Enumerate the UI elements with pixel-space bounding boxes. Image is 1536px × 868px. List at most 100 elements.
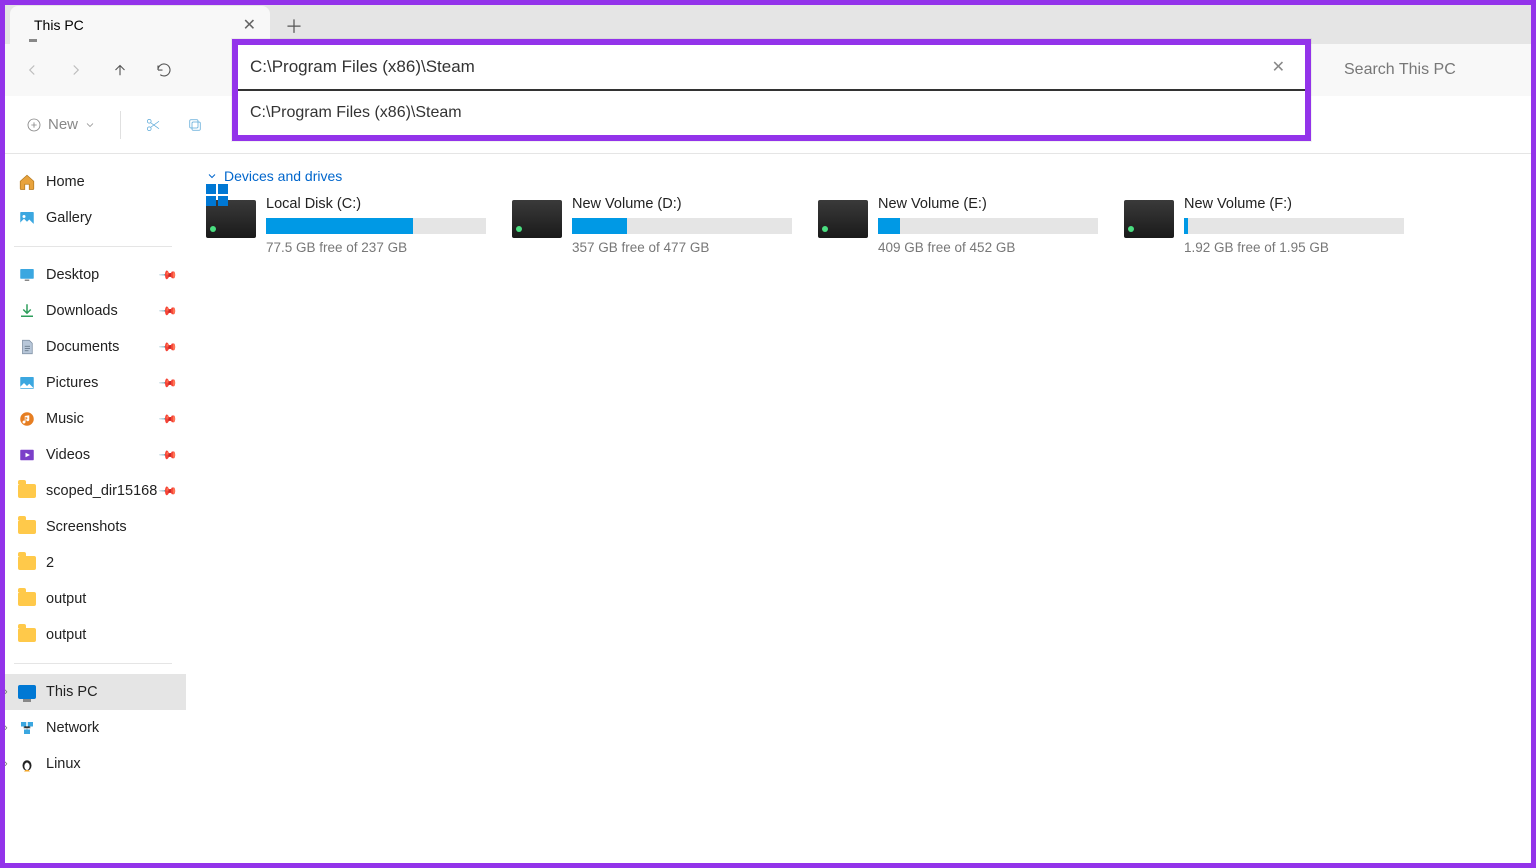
sidebar-item-gallery[interactable]: Gallery [0, 200, 186, 236]
drive-name: Local Disk (C:) [266, 196, 486, 212]
refresh-icon [155, 61, 173, 79]
folder-icon [18, 590, 36, 608]
close-icon[interactable]: ✕ [243, 15, 256, 35]
sidebar-label: Linux [46, 756, 81, 772]
drive-new-volume-e-[interactable]: New Volume (E:) 409 GB free of 452 GB [818, 196, 1098, 255]
sidebar-item-2[interactable]: 2 [0, 545, 186, 581]
sidebar-item-this-pc[interactable]: › This PC [0, 674, 186, 710]
scissors-icon [144, 116, 162, 134]
sidebar-label: Music [46, 411, 84, 427]
search-input[interactable]: Search This PC [1332, 50, 1522, 90]
drive-name: New Volume (D:) [572, 196, 792, 212]
network-icon [18, 719, 36, 737]
sidebar-item-music[interactable]: Music📌 [0, 401, 186, 437]
section-devices-drives[interactable]: Devices and drives [206, 168, 1516, 184]
sidebar-item-desktop[interactable]: Desktop 📌 [0, 257, 186, 293]
drive-icon [206, 200, 256, 238]
drive-usage-bar [266, 218, 486, 234]
cut-button[interactable] [135, 107, 171, 143]
sidebar-label: Documents [46, 339, 119, 355]
new-button[interactable]: New [16, 110, 106, 139]
music-icon [18, 410, 36, 428]
drives-row: Local Disk (C:) 77.5 GB free of 237 GB New… [206, 196, 1516, 255]
tab-bar: This PC ✕ ＋ [0, 0, 1536, 44]
sidebar-label: output [46, 627, 86, 643]
sidebar-label: Screenshots [46, 519, 127, 535]
content-area: Devices and drives Local Disk (C:) 77.5 G… [186, 154, 1536, 868]
windows-logo-icon [206, 184, 228, 206]
toolbar-divider [120, 111, 121, 139]
tab-title: This PC [34, 17, 84, 33]
plus-circle-icon [26, 117, 42, 133]
drive-icon [818, 200, 868, 238]
sidebar: HomeGalleryDesktop📌Downloads📌Documents📌P… [0, 154, 186, 868]
sidebar-label: Videos [46, 447, 90, 463]
drive-icon [1124, 200, 1174, 238]
address-input[interactable] [250, 57, 1264, 77]
forward-button[interactable] [56, 50, 96, 90]
clear-address-button[interactable]: ✕ [1264, 53, 1293, 81]
folder-icon [18, 554, 36, 572]
gallery-icon [18, 209, 36, 227]
arrow-left-icon [23, 61, 41, 79]
documents-icon [18, 338, 36, 356]
chevron-right-icon: › [4, 722, 8, 734]
address-bar-area: ✕ C:\Program Files (x86)\Steam [232, 39, 1311, 141]
sidebar-label: Desktop [46, 267, 99, 283]
sidebar-label: Home [46, 174, 85, 190]
drive-free-text: 409 GB free of 452 GB [878, 240, 1098, 255]
sidebar-label: output [46, 591, 86, 607]
sidebar-item-screenshots[interactable]: Screenshots [0, 509, 186, 545]
drive-new-volume-f-[interactable]: New Volume (F:)1.92 GB free of 1.95 GB [1124, 196, 1404, 255]
pin-icon: 📌 [158, 445, 178, 465]
sidebar-item-linux[interactable]: › Linux [0, 746, 186, 782]
drive-local-disk-c-[interactable]: Local Disk (C:) 77.5 GB free of 237 GB [206, 196, 486, 255]
sidebar-item-output[interactable]: output [0, 581, 186, 617]
chevron-right-icon: › [4, 686, 8, 698]
refresh-button[interactable] [144, 50, 184, 90]
pin-icon: 📌 [158, 373, 178, 393]
chevron-down-icon [206, 170, 218, 182]
chevron-down-icon [84, 117, 96, 133]
address-suggestion[interactable]: C:\Program Files (x86)\Steam [238, 91, 1305, 135]
drive-free-text: 77.5 GB free of 237 GB [266, 240, 486, 255]
sidebar-label: Network [46, 720, 99, 736]
linux-icon [18, 755, 36, 773]
pin-icon: 📌 [158, 337, 178, 357]
sidebar-separator [14, 246, 172, 247]
sidebar-item-output[interactable]: output [0, 617, 186, 653]
sidebar-label: Pictures [46, 375, 98, 391]
sidebar-item-home[interactable]: Home [0, 164, 186, 200]
sidebar-item-documents[interactable]: Documents 📌 [0, 329, 186, 365]
pc-icon [18, 683, 36, 701]
pin-icon: 📌 [158, 481, 178, 501]
arrow-up-icon [111, 61, 129, 79]
back-button[interactable] [12, 50, 52, 90]
drive-icon [512, 200, 562, 238]
arrow-right-icon [67, 61, 85, 79]
sidebar-item-scoped-dir15168[interactable]: scoped_dir15168📌 [0, 473, 186, 509]
sidebar-item-network[interactable]: › Network [0, 710, 186, 746]
sidebar-item-downloads[interactable]: Downloads📌 [0, 293, 186, 329]
sidebar-item-videos[interactable]: Videos 📌 [0, 437, 186, 473]
chevron-right-icon: › [4, 758, 8, 770]
sidebar-item-pictures[interactable]: Pictures 📌 [0, 365, 186, 401]
sidebar-label: scoped_dir15168 [46, 483, 157, 499]
up-button[interactable] [100, 50, 140, 90]
tab-this-pc[interactable]: This PC ✕ [10, 6, 270, 44]
sidebar-label: This PC [46, 684, 98, 700]
videos-icon [18, 446, 36, 464]
drive-name: New Volume (F:) [1184, 196, 1404, 212]
folder-icon [18, 626, 36, 644]
copy-button[interactable] [177, 107, 213, 143]
folder-icon [18, 518, 36, 536]
drive-name: New Volume (E:) [878, 196, 1098, 212]
drive-usage-bar [572, 218, 792, 234]
drive-usage-bar [1184, 218, 1404, 234]
pin-icon: 📌 [158, 265, 178, 285]
sidebar-label: Gallery [46, 210, 92, 226]
downloads-icon [18, 302, 36, 320]
drive-new-volume-d-[interactable]: New Volume (D:)357 GB free of 477 GB [512, 196, 792, 255]
sidebar-separator [14, 663, 172, 664]
search-placeholder: Search This PC [1344, 61, 1456, 79]
